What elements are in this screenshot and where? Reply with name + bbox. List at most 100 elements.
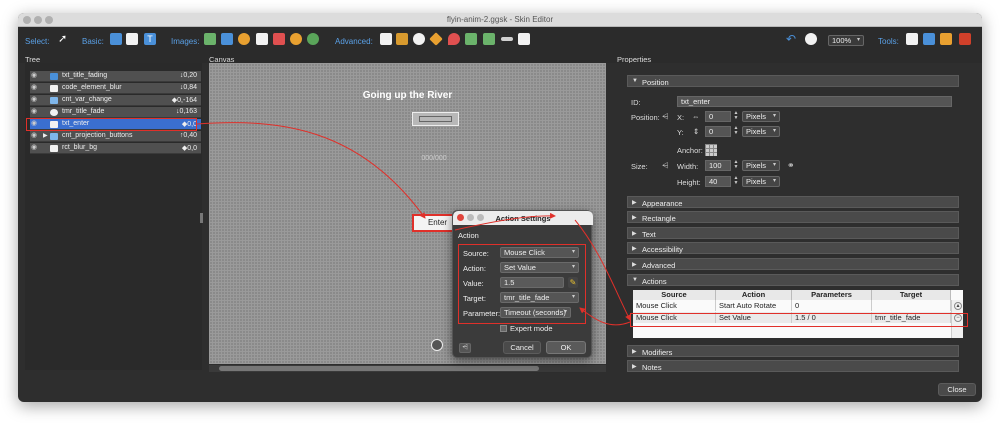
eye-icon[interactable]: ◉ — [31, 132, 39, 140]
section-accessibility[interactable]: ▶ Accessibility — [627, 242, 959, 254]
document-icon[interactable] — [256, 33, 268, 45]
eye-icon[interactable]: ◉ — [31, 144, 39, 152]
height-stepper[interactable]: ▲ ▼ — [733, 176, 739, 187]
y-unit-select[interactable]: Pixels ▾ — [742, 126, 780, 137]
height-unit-select[interactable]: Pixels ▾ — [742, 176, 780, 187]
slider-icon[interactable] — [501, 37, 513, 41]
expand-arrow-icon: ▶ — [632, 262, 637, 268]
section-position[interactable]: ▼ Position — [627, 75, 959, 87]
value-label: Value: — [463, 279, 484, 288]
expert-mode-checkbox[interactable] — [500, 325, 507, 332]
y-field[interactable]: 0 — [705, 126, 731, 137]
table-row[interactable]: Mouse Click Start Auto Rotate 0 — [633, 300, 951, 311]
properties-panel: ▼ Position ID: txt_enter Position: ⩤ X: ⇔… — [617, 63, 978, 389]
x-field[interactable]: 0 — [705, 111, 731, 122]
edit-pencil-icon[interactable]: ✎ — [568, 277, 578, 288]
value-field[interactable]: 1.5 — [500, 277, 564, 288]
tool-translate-icon[interactable] — [923, 33, 935, 45]
height-field[interactable]: 40 — [705, 176, 731, 187]
text-element-icon — [50, 73, 58, 80]
image-icon[interactable] — [204, 33, 216, 45]
tree-item[interactable]: ◉ cnt_var_change ◆0,-164 — [30, 95, 201, 106]
chevron-down-icon: ▾ — [571, 249, 575, 255]
chevron-down-icon: ▾ — [856, 37, 860, 43]
eye-icon[interactable]: ◉ — [31, 96, 39, 104]
eye-icon[interactable]: ◉ — [31, 72, 39, 80]
cloner-icon[interactable] — [380, 33, 392, 45]
width-stepper[interactable]: ▲ ▼ — [733, 160, 739, 171]
section-text[interactable]: ▶ Text — [627, 227, 959, 239]
text-icon[interactable]: T — [144, 33, 156, 45]
button-image-icon[interactable] — [221, 33, 233, 45]
section-actions[interactable]: ▼ Actions — [627, 274, 959, 286]
close-button[interactable]: Close — [938, 383, 976, 396]
tree-item[interactable]: ◉ txt_title_fading ↓0,20 — [30, 71, 201, 82]
pointer-icon[interactable]: ➚ — [58, 33, 70, 45]
flag-icon[interactable] — [290, 33, 302, 45]
target-select[interactable]: tmr_title_fade ▾ — [500, 292, 579, 303]
section-advanced[interactable]: ▶ Advanced — [627, 258, 959, 270]
tree-item[interactable]: ◉ ▶ cnt_projection_buttons ↑0,40 — [30, 131, 201, 142]
anchor-grid-icon[interactable] — [705, 144, 717, 156]
y-stepper[interactable]: ▲ ▼ — [733, 126, 739, 137]
id-field[interactable]: txt_enter — [677, 96, 952, 107]
col-action[interactable]: Action — [716, 290, 792, 300]
tool-person-icon[interactable] — [906, 33, 918, 45]
share-icon[interactable]: ⩤ — [459, 343, 471, 353]
tree-item[interactable]: ◉ tmr_title_fade ↓0,163 — [30, 107, 201, 118]
projection-button-icon[interactable] — [431, 339, 443, 351]
tree-item[interactable]: ◉ code_element_blur ↓0,84 — [30, 83, 201, 94]
placeholder-image — [412, 112, 459, 126]
col-parameters[interactable]: Parameters — [792, 290, 872, 300]
size-share-icon[interactable]: ⩤ — [662, 161, 668, 171]
tool-plugin-icon[interactable] — [940, 33, 952, 45]
source-select[interactable]: Mouse Click ▾ — [500, 247, 579, 258]
zoom-icon[interactable] — [805, 33, 817, 45]
eye-icon[interactable]: ◉ — [31, 84, 39, 92]
timer-icon[interactable] — [413, 33, 425, 45]
width-field[interactable]: 100 — [705, 160, 731, 171]
col-source[interactable]: Source — [633, 290, 716, 300]
link-icon[interactable]: ⚭ — [787, 160, 795, 171]
expand-arrow-icon: ▶ — [632, 246, 637, 252]
x-unit-select[interactable]: Pixels ▾ — [742, 111, 780, 122]
grid-icon[interactable] — [396, 33, 408, 45]
container-element-icon — [50, 97, 58, 104]
svg-icon[interactable] — [238, 33, 250, 45]
section-rectangle[interactable]: ▶ Rectangle — [627, 211, 959, 223]
map-icon[interactable] — [465, 33, 477, 45]
rectangle-icon[interactable] — [126, 33, 138, 45]
zoom-select[interactable]: 100% ▾ — [828, 35, 864, 46]
cancel-button[interactable]: Cancel — [503, 341, 541, 354]
container-icon[interactable] — [110, 33, 122, 45]
section-modifiers[interactable]: ▶ Modifiers — [627, 345, 959, 357]
tree-item[interactable]: ◉ rct_blur_bg ◆0,0 — [30, 143, 201, 154]
dialog-titlebar: Action Settings — [453, 211, 593, 225]
images-label: Images: — [171, 37, 200, 46]
tree-panel: ◉ txt_title_fading ↓0,20 ◉ code_element_blu… — [25, 63, 202, 370]
splitter-handle[interactable] — [200, 213, 203, 223]
eye-icon[interactable]: ◉ — [31, 108, 39, 116]
col-target[interactable]: Target — [872, 290, 951, 300]
code-icon[interactable] — [518, 33, 530, 45]
pdf-icon[interactable] — [273, 33, 285, 45]
x-label: X: — [677, 113, 685, 122]
x-stepper[interactable]: ▲ ▼ — [733, 111, 739, 122]
map-pin-icon[interactable] — [448, 33, 460, 45]
share-icon[interactable]: ⩤ — [662, 112, 668, 122]
section-appearance[interactable]: ▶ Appearance — [627, 196, 959, 208]
canvas-heading: Going up the River — [362, 90, 453, 101]
undo-icon[interactable]: ↶ — [786, 33, 798, 45]
tool-variables-icon[interactable] — [959, 33, 971, 45]
globe-icon[interactable] — [307, 33, 319, 45]
move-up-icon[interactable]: ▴ — [954, 302, 962, 310]
ok-button[interactable]: OK — [546, 341, 586, 354]
section-notes[interactable]: ▶ Notes — [627, 360, 959, 372]
action-select[interactable]: Set Value ▾ — [500, 262, 579, 273]
video-icon[interactable] — [483, 33, 495, 45]
scrollbar-thumb[interactable] — [219, 366, 539, 371]
canvas-scrollbar[interactable] — [209, 365, 606, 372]
parameter-select[interactable]: Timeout (seconds) ▾ — [500, 307, 571, 318]
width-unit-select[interactable]: Pixels ▾ — [742, 160, 780, 171]
expand-arrow-icon[interactable]: ▶ — [43, 132, 48, 139]
